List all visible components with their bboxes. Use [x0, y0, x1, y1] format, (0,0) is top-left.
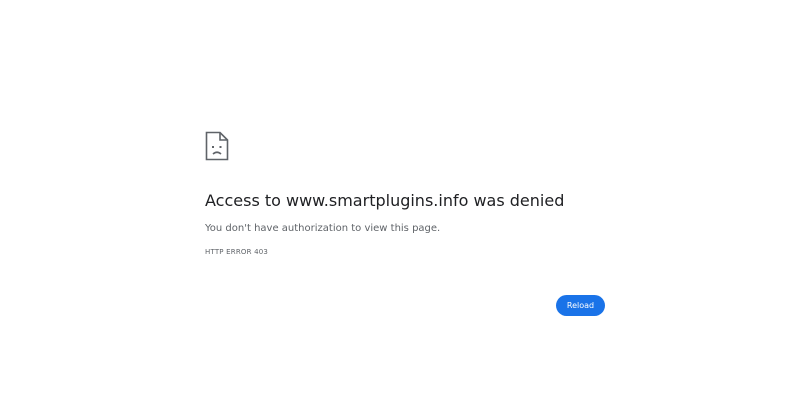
error-page: Access to www.smartplugins.info was deni… [0, 0, 800, 400]
error-message: You don't have authorization to view thi… [205, 223, 441, 234]
page-title: Access to www.smartplugins.info was deni… [205, 191, 565, 210]
reload-button[interactable]: Reload [556, 295, 605, 316]
error-code: HTTP ERROR 403 [205, 248, 269, 256]
sad-document-icon [205, 131, 229, 161]
